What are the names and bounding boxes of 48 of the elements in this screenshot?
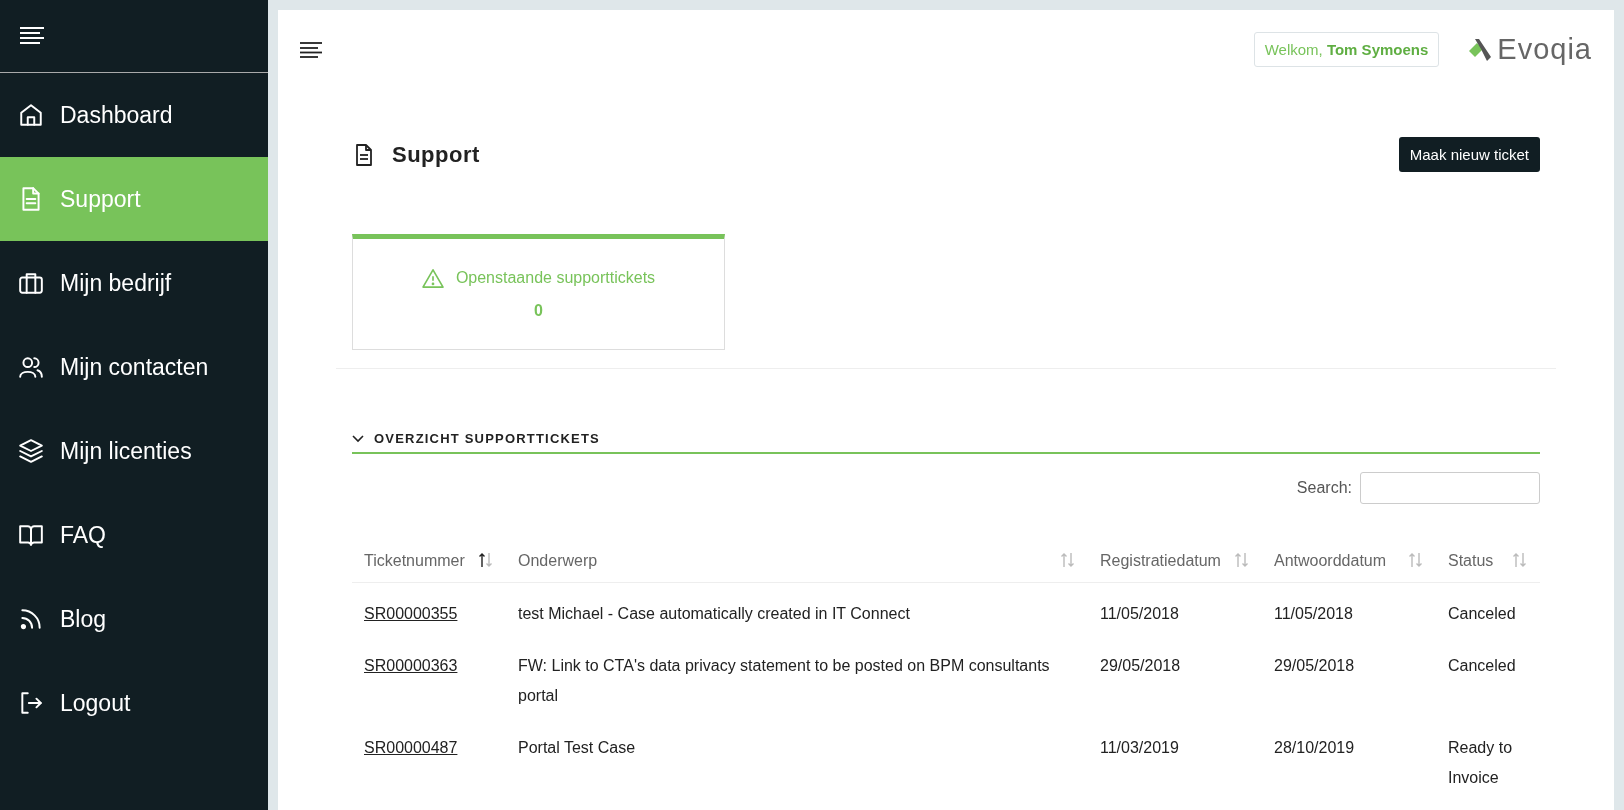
sidebar-item[interactable]: Logout	[0, 661, 268, 745]
sidebar-item[interactable]: Mijn licenties	[0, 409, 268, 493]
search-label: Search:	[1296, 479, 1352, 497]
users-icon	[18, 354, 44, 380]
logo-text: Evoqia	[1497, 33, 1592, 66]
warning-icon	[421, 268, 444, 288]
date-cell: 28/10/2019	[1274, 739, 1355, 756]
menu-icon[interactable]	[300, 41, 322, 58]
subject-cell: Portal Test Case	[518, 739, 636, 756]
search-field[interactable]	[1360, 472, 1540, 504]
ticket-count: 0	[534, 302, 543, 320]
new-ticket-button[interactable]: Maak nieuw ticket	[1398, 137, 1540, 172]
column-header[interactable]: Status	[1436, 544, 1540, 583]
column-header[interactable]: Antwoorddatum	[1262, 544, 1436, 583]
book-icon	[18, 522, 44, 548]
date-cell: 29/05/2018	[1274, 657, 1355, 674]
status-cell: Canceled	[1448, 657, 1516, 674]
date-cell: 11/03/2019	[1100, 739, 1179, 756]
card-label: Openstaande supporttickets	[455, 269, 656, 287]
ticket-link[interactable]: SR00000363	[364, 657, 458, 674]
column-header[interactable]: Ticketnummer	[352, 544, 506, 583]
date-cell: 11/05/2018	[1274, 605, 1353, 622]
date-cell: 29/05/2018	[1100, 657, 1181, 674]
logo-mark-icon	[1467, 36, 1494, 63]
column-header[interactable]: Onderwerp	[506, 544, 1088, 583]
sidebar-item[interactable]: Mijn bedrijf	[0, 241, 268, 325]
layers-icon	[18, 438, 44, 464]
sidebar-item[interactable]: FAQ	[0, 493, 268, 577]
logout-icon	[18, 690, 44, 716]
section-header[interactable]: OVERZICHT SUPPORTTICKETS	[352, 431, 1540, 454]
status-cell: Ready to Invoice	[1448, 739, 1513, 786]
subject-cell: test Michael - Case automatically created in IT Connect	[518, 605, 910, 622]
ticket-link[interactable]: SR00000355	[364, 605, 458, 622]
subject-cell: FW: Link to CTA's data privacy statement to be posted on BPM consultants portal	[518, 657, 1050, 704]
briefcase-icon	[18, 270, 44, 296]
page-title: Support	[392, 141, 480, 168]
ticket-link[interactable]: SR00000487	[364, 739, 458, 756]
welcome-badge: Welkom, Tom Symoens	[1253, 32, 1440, 67]
date-cell: 11/05/2018	[1100, 605, 1179, 622]
status-cell: Canceled	[1448, 605, 1516, 622]
rss-icon	[18, 606, 44, 632]
section-title: OVERZICHT SUPPORTTICKETS	[374, 431, 600, 446]
sidebar-item[interactable]: Dashboard	[0, 73, 268, 157]
menu-icon[interactable]	[20, 27, 44, 45]
column-header[interactable]: Registratiedatum	[1088, 544, 1262, 583]
sidebar-item[interactable]: Mijn contacten	[0, 325, 268, 409]
home-icon	[18, 102, 44, 128]
sidebar-item[interactable]: Blog	[0, 577, 268, 661]
